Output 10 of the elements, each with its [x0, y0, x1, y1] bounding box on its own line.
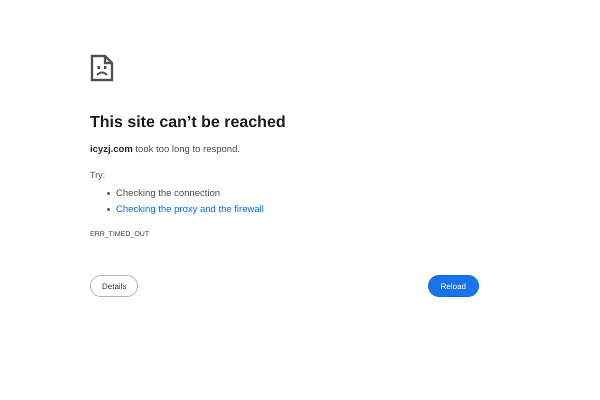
try-label: Try: [90, 170, 106, 180]
sad-page-icon [90, 54, 114, 82]
details-button[interactable]: Details [90, 275, 138, 297]
error-message: icyzj.com took too long to respond. [90, 144, 241, 155]
suggestion-link[interactable]: Checking the proxy and the firewall [116, 204, 264, 214]
suggestion-text: Checking the connection [116, 188, 220, 198]
bullet-icon [107, 208, 110, 210]
error-title: This site can’t be reached [90, 114, 287, 132]
reload-button[interactable]: Reload [428, 275, 479, 297]
bullet-icon [107, 192, 110, 194]
